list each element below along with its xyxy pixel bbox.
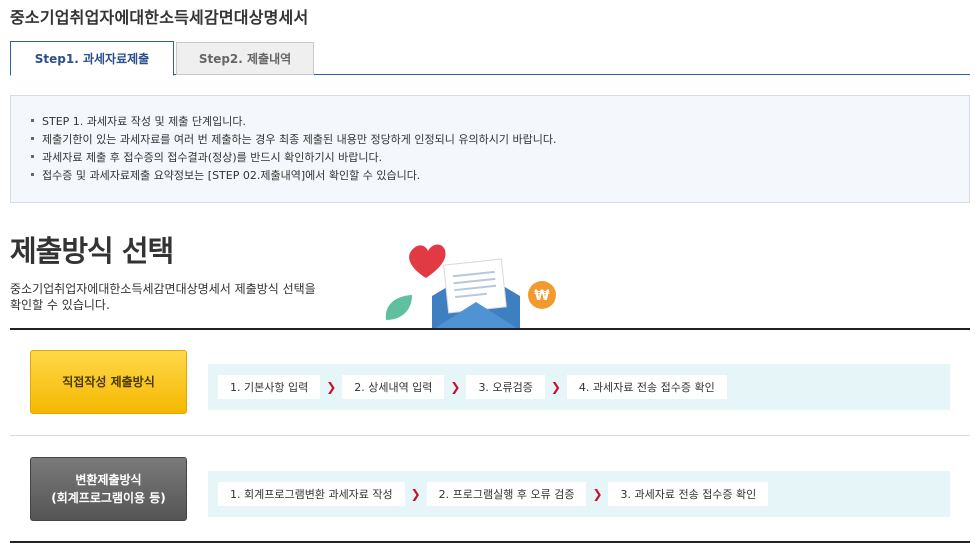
convert-button-label: 변환제출방식 (75, 473, 142, 487)
convert-steps: 1. 회계프로그램변환 과세자료 작성 ❯ 2. 프로그램실행 후 오류 검증 … (208, 471, 950, 517)
section-desc-line: 중소기업취업자에대한소득세감면대상명세서 제출방식 선택을 (10, 282, 316, 296)
step-arrow-icon: ❯ (410, 487, 421, 501)
envelope-icon (432, 258, 520, 330)
submission-illustration: ₩ (385, 244, 556, 330)
step-arrow-icon: ❯ (450, 380, 461, 394)
tab-step1[interactable]: Step1. 과세자료제출 (10, 41, 174, 76)
row-divider (10, 435, 970, 436)
heart-icon (409, 244, 446, 278)
step-arrow-icon: ❯ (592, 487, 603, 501)
step-program-convert: 1. 회계프로그램변환 과세자료 작성 (218, 482, 405, 506)
bottom-divider (10, 541, 970, 543)
step-detail-input: 2. 상세내역 입력 (342, 375, 445, 399)
notice-item: STEP 1. 과세자료 작성 및 제출 단계입니다. (31, 113, 969, 131)
notice-item: 제출기한이 있는 과세자료를 여러 번 제출하는 경우 최종 제출된 내용만 정… (31, 131, 969, 149)
bullet-icon (31, 154, 34, 158)
section-desc-line: 확인할 수 있습니다. (10, 298, 110, 312)
section-description: 중소기업취업자에대한소득세감면대상명세서 제출방식 선택을 확인할 수 있습니다… (10, 281, 355, 313)
svg-text:₩: ₩ (534, 288, 550, 304)
direct-steps: 1. 기본사항 입력 ❯ 2. 상세내역 입력 ❯ 3. 오류검증 ❯ 4. 과… (208, 364, 950, 410)
step-send-confirm: 4. 과세자료 전송 접수증 확인 (566, 375, 727, 399)
step-arrow-icon: ❯ (550, 380, 561, 394)
notice-item: 접수증 및 과세자료제출 요약정보는 [STEP 02.제출내역]에서 확인할 … (31, 167, 969, 185)
section-divider (10, 328, 970, 330)
section-title: 제출방식 선택 (10, 234, 174, 268)
tab-bar: Step1. 과세자료제출 Step2. 제출내역 (10, 41, 970, 76)
bullet-icon (31, 118, 34, 122)
won-coin-icon: ₩ (528, 281, 556, 309)
bullet-icon (31, 136, 34, 140)
step-error-check: 3. 오류검증 (466, 375, 545, 399)
step-arrow-icon: ❯ (326, 380, 337, 394)
step-send-confirm: 3. 과세자료 전송 접수증 확인 (608, 482, 769, 506)
bullet-icon (31, 172, 34, 176)
convert-submit-button[interactable]: 변환제출방식 (회계프로그램이용 등) (30, 457, 187, 521)
direct-submit-button[interactable]: 직접작성 제출방식 (30, 350, 187, 414)
notice-box: STEP 1. 과세자료 작성 및 제출 단계입니다. 제출기한이 있는 과세자… (10, 95, 970, 203)
convert-button-sublabel: (회계프로그램이용 등) (51, 491, 166, 505)
notice-text: 과세자료 제출 후 접수증의 접수결과(정상)를 반드시 확인하기시 바랍니다. (42, 151, 383, 164)
notice-text: 제출기한이 있는 과세자료를 여러 번 제출하는 경우 최종 제출된 내용만 정… (42, 133, 557, 146)
notice-text: 접수증 및 과세자료제출 요약정보는 [STEP 02.제출내역]에서 확인할 … (42, 169, 421, 182)
step-program-verify: 2. 프로그램실행 후 오류 검증 (426, 482, 587, 506)
step-basic-info: 1. 기본사항 입력 (218, 375, 321, 399)
notice-text: STEP 1. 과세자료 작성 및 제출 단계입니다. (42, 115, 246, 128)
page-title: 중소기업취업자에대한소득세감면대상명세서 (10, 8, 309, 27)
tab-step2[interactable]: Step2. 제출내역 (176, 42, 314, 75)
leaf-icon (385, 295, 412, 320)
notice-item: 과세자료 제출 후 접수증의 접수결과(정상)를 반드시 확인하기시 바랍니다. (31, 149, 969, 167)
